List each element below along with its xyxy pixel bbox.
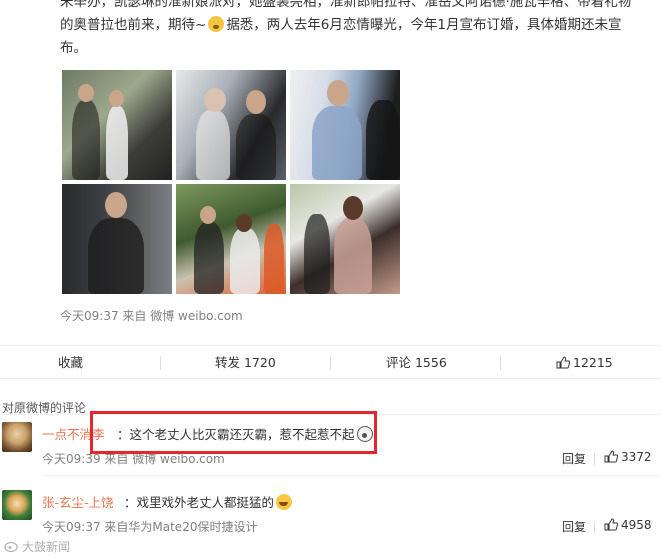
comment-button[interactable]: 评论 1556 [386, 346, 661, 380]
watermark-text: 大鼓新闻 [22, 540, 71, 554]
weibo-logo-icon [4, 541, 18, 553]
thumbs-up-icon [556, 356, 570, 369]
post-text-line-2b: 据悉，两人去年6月恋情曝光，今年1月宣布订婚，具体婚期还未宣 [226, 17, 622, 33]
watermark: 大鼓新闻 [4, 538, 70, 555]
post-text: 未举办，凯瑟琳的准新娘派对，她盛装亮相，准新郎帕拉特、准岳父阿诺德·施瓦辛格、带… [60, 0, 650, 60]
comment-text-body: ：戏里戏外老丈人都挺猛的 [124, 495, 275, 510]
photo-grid [62, 70, 401, 294]
post-meta: 今天09:37 来自 微博 weibo.com [60, 309, 243, 323]
repost-button[interactable]: 转发 1720 [215, 346, 276, 380]
comment-text-body: ：这个老丈人比灭霸还灭霸，惹不起惹不起 [117, 427, 355, 442]
photo-3[interactable] [290, 70, 400, 180]
thumbs-up-icon [604, 450, 618, 463]
surprised-emoji-icon [208, 16, 225, 32]
comment-like-button[interactable]: 3372 [604, 450, 652, 464]
comment-username[interactable]: 一点不消李 [42, 424, 105, 443]
comment-like-button[interactable]: 4958 [604, 518, 652, 532]
post-text-line-1: 未举办，凯瑟琳的准新娘派对，她盛装亮相，准新郎帕拉特、准岳父阿诺德·施瓦辛格、带… [60, 0, 632, 10]
collect-button[interactable]: 收藏 [58, 346, 83, 380]
comment-meta: 今天09:37 来自华为Mate20保时捷设计 [42, 520, 258, 534]
comment-item: 一点不消李 ：这个老丈人比灭霸还灭霸，惹不起惹不起 今天09:39 来自 微博 … [0, 420, 661, 480]
like-count: 12215 [573, 355, 613, 370]
avatar[interactable] [2, 490, 32, 520]
comment-item: 张-玄尘-上饶 ：戏里戏外老丈人都挺猛的 今天09:37 来自华为Mate20保… [0, 488, 661, 548]
like-button[interactable]: 12215 [556, 346, 613, 380]
post-text-line-3: 布。 [60, 40, 87, 56]
shocked-emoji-icon [356, 426, 373, 442]
reply-button[interactable]: 回复 [562, 450, 586, 467]
comments-section-divider [0, 414, 661, 415]
avatar[interactable] [2, 422, 32, 452]
comment-text: ：这个老丈人比灭霸还灭霸，惹不起惹不起 [117, 424, 373, 443]
comment-username[interactable]: 张-玄尘-上饶 [42, 492, 114, 511]
action-bar: 收藏 转发 1720 评论 1556 12215 [0, 345, 661, 379]
thumbs-up-icon [604, 518, 618, 531]
reply-button[interactable]: 回复 [562, 518, 586, 535]
photo-5[interactable] [176, 184, 286, 294]
laughing-emoji-icon [276, 494, 293, 510]
photo-1[interactable] [62, 70, 172, 180]
photo-6[interactable] [290, 184, 400, 294]
comment-like-count: 3372 [621, 450, 652, 464]
comment-text: ：戏里戏外老丈人都挺猛的 [124, 492, 293, 511]
photo-2[interactable] [176, 70, 286, 180]
comment-meta: 今天09:39 来自 微博 weibo.com [42, 452, 225, 466]
post-text-line-2: 的奥普拉也前来，期待~ 据悉，两人去年6月恋情曝光，今年1月宣布订婚，具体婚期还未… [60, 14, 650, 37]
photo-4[interactable] [62, 184, 172, 294]
post-text-line-2a: 的奥普拉也前来，期待~ [60, 17, 207, 33]
comment-like-count: 4958 [621, 518, 652, 532]
